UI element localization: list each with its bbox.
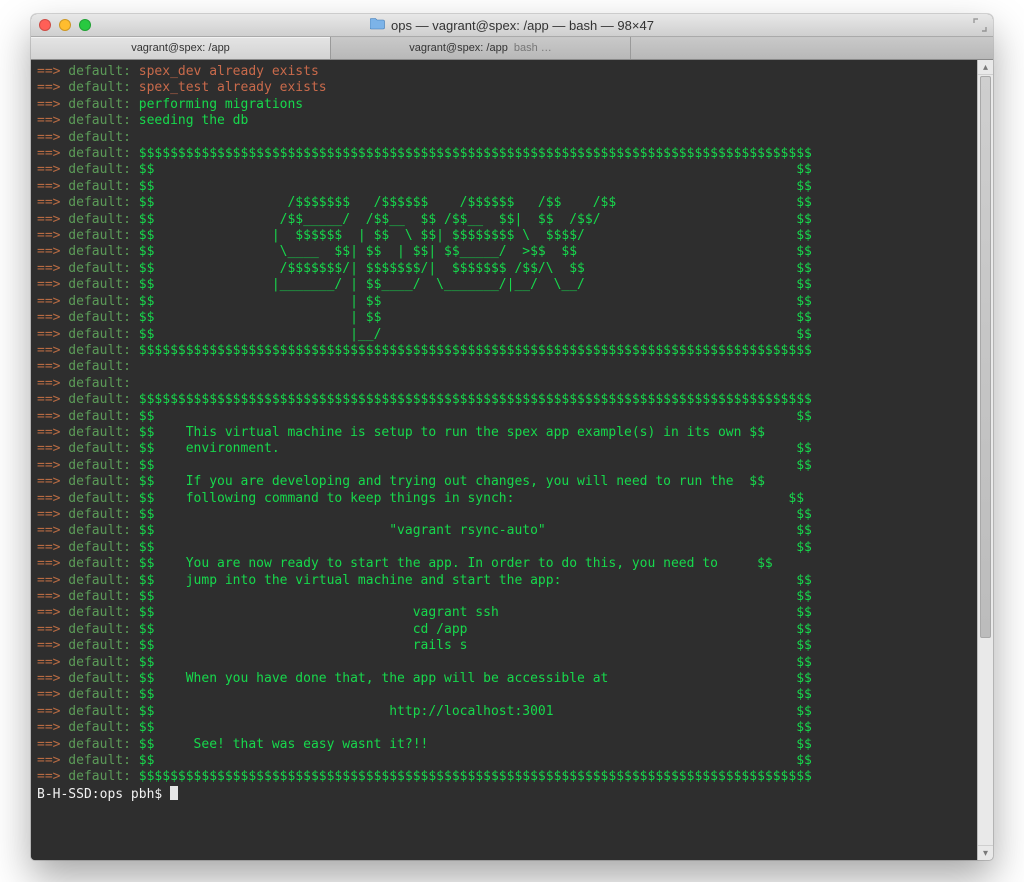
- scroll-down-icon[interactable]: ▾: [978, 845, 993, 860]
- terminal-line: ==> default: $$ vagrant ssh $$: [37, 605, 971, 621]
- terminal-line: ==> default: $$ $$: [37, 507, 971, 523]
- terminal-line: ==> default: $$ This virtual machine is …: [37, 425, 971, 441]
- terminal-line: ==> default: $$$$$$$$$$$$$$$$$$$$$$$$$$$…: [37, 343, 971, 359]
- terminal-line: ==> default: $$ /$$_____/ /$$__ $$ /$$__…: [37, 212, 971, 228]
- terminal-line: ==> default: $$ $$: [37, 162, 971, 178]
- terminal-line: ==> default: $$ See! that was easy wasnt…: [37, 737, 971, 753]
- terminal-line: ==> default: $$ | $$ $$: [37, 294, 971, 310]
- terminal-line: ==> default: $$ rails s $$: [37, 638, 971, 654]
- tab-1-label: vagrant@spex: /app: [131, 42, 230, 54]
- scroll-up-icon[interactable]: ▴: [978, 60, 993, 75]
- titlebar[interactable]: ops — vagrant@spex: /app — bash — 98×47: [31, 14, 993, 37]
- terminal-line: ==> default: $$ You are now ready to sta…: [37, 556, 971, 572]
- terminal-window: ops — vagrant@spex: /app — bash — 98×47 …: [31, 14, 993, 860]
- terminal-line: ==> default: $$ following command to kee…: [37, 491, 971, 507]
- cursor-icon: [170, 786, 178, 800]
- zoom-icon[interactable]: [79, 19, 91, 31]
- scrollbar[interactable]: ▴ ▾: [977, 60, 993, 860]
- window-controls: [31, 19, 91, 31]
- terminal-line: ==> default: $$$$$$$$$$$$$$$$$$$$$$$$$$$…: [37, 146, 971, 162]
- tab-2[interactable]: vagrant@spex: /app bash …: [331, 37, 631, 59]
- window-title: ops — vagrant@spex: /app — bash — 98×47: [31, 18, 993, 33]
- terminal-line: ==> default: $$ cd /app $$: [37, 622, 971, 638]
- terminal-line: ==> default:: [37, 130, 971, 146]
- tab-2-sub: bash …: [514, 42, 552, 54]
- window-title-text: ops — vagrant@spex: /app — bash — 98×47: [391, 18, 654, 33]
- terminal-line: ==> default: $$$$$$$$$$$$$$$$$$$$$$$$$$$…: [37, 392, 971, 408]
- terminal-line: ==> default: $$ If you are developing an…: [37, 474, 971, 490]
- tab-1[interactable]: vagrant@spex: /app: [31, 37, 331, 59]
- terminal-line: ==> default: $$ $$: [37, 720, 971, 736]
- scroll-thumb[interactable]: [980, 76, 991, 638]
- terminal-line: ==> default: $$ $$: [37, 589, 971, 605]
- terminal-line: ==> default: $$ $$: [37, 409, 971, 425]
- folder-icon: [370, 18, 385, 33]
- terminal-line: ==> default: $$ /$$$$$$$ /$$$$$$ /$$$$$$…: [37, 195, 971, 211]
- terminal-line: ==> default: $$ /$$$$$$$/| $$$$$$$/| $$$…: [37, 261, 971, 277]
- terminal-line: ==> default: performing migrations: [37, 97, 971, 113]
- terminal-line: ==> default: $$ $$: [37, 655, 971, 671]
- prompt-text: B-H-SSD:ops pbh$: [37, 787, 170, 802]
- tab-2-label: vagrant@spex: /app: [409, 42, 508, 54]
- fullscreen-icon[interactable]: [973, 18, 987, 32]
- terminal-line: ==> default: $$$$$$$$$$$$$$$$$$$$$$$$$$$…: [37, 769, 971, 785]
- minimize-icon[interactable]: [59, 19, 71, 31]
- terminal-line: ==> default:: [37, 359, 971, 375]
- terminal-line: ==> default: $$ "vagrant rsync-auto" $$: [37, 523, 971, 539]
- prompt-line[interactable]: B-H-SSD:ops pbh$: [37, 786, 971, 803]
- terminal-line: ==> default: $$ \____ $$| $$ | $$| $$___…: [37, 244, 971, 260]
- terminal-line: ==> default: seeding the db: [37, 113, 971, 129]
- terminal-line: ==> default: $$ $$: [37, 540, 971, 556]
- tab-bar: vagrant@spex: /app vagrant@spex: /app ba…: [31, 37, 993, 60]
- terminal-line: ==> default: $$ environment. $$: [37, 441, 971, 457]
- terminal-line: ==> default: $$ |__/ $$: [37, 327, 971, 343]
- terminal-line: ==> default: $$ |_______/ | $$____/ \___…: [37, 277, 971, 293]
- terminal-line: ==> default:: [37, 376, 971, 392]
- terminal-line: ==> default: $$ $$: [37, 179, 971, 195]
- terminal-line: ==> default: $$ jump into the virtual ma…: [37, 573, 971, 589]
- terminal-line: ==> default: $$ | $$ $$: [37, 310, 971, 326]
- terminal-line: ==> default: spex_test already exists: [37, 80, 971, 96]
- terminal-line: ==> default: $$ http://localhost:3001 $$: [37, 704, 971, 720]
- terminal-body: ==> default: spex_dev already exists==> …: [31, 60, 993, 860]
- close-icon[interactable]: [39, 19, 51, 31]
- terminal-line: ==> default: $$ $$: [37, 687, 971, 703]
- terminal-line: ==> default: $$ $$: [37, 458, 971, 474]
- terminal-line: ==> default: $$ $$: [37, 753, 971, 769]
- terminal-line: ==> default: spex_dev already exists: [37, 64, 971, 80]
- terminal-line: ==> default: $$ When you have done that,…: [37, 671, 971, 687]
- terminal-line: ==> default: $$ | $$$$$$ | $$ \ $$| $$$$…: [37, 228, 971, 244]
- terminal-output[interactable]: ==> default: spex_dev already exists==> …: [31, 60, 977, 860]
